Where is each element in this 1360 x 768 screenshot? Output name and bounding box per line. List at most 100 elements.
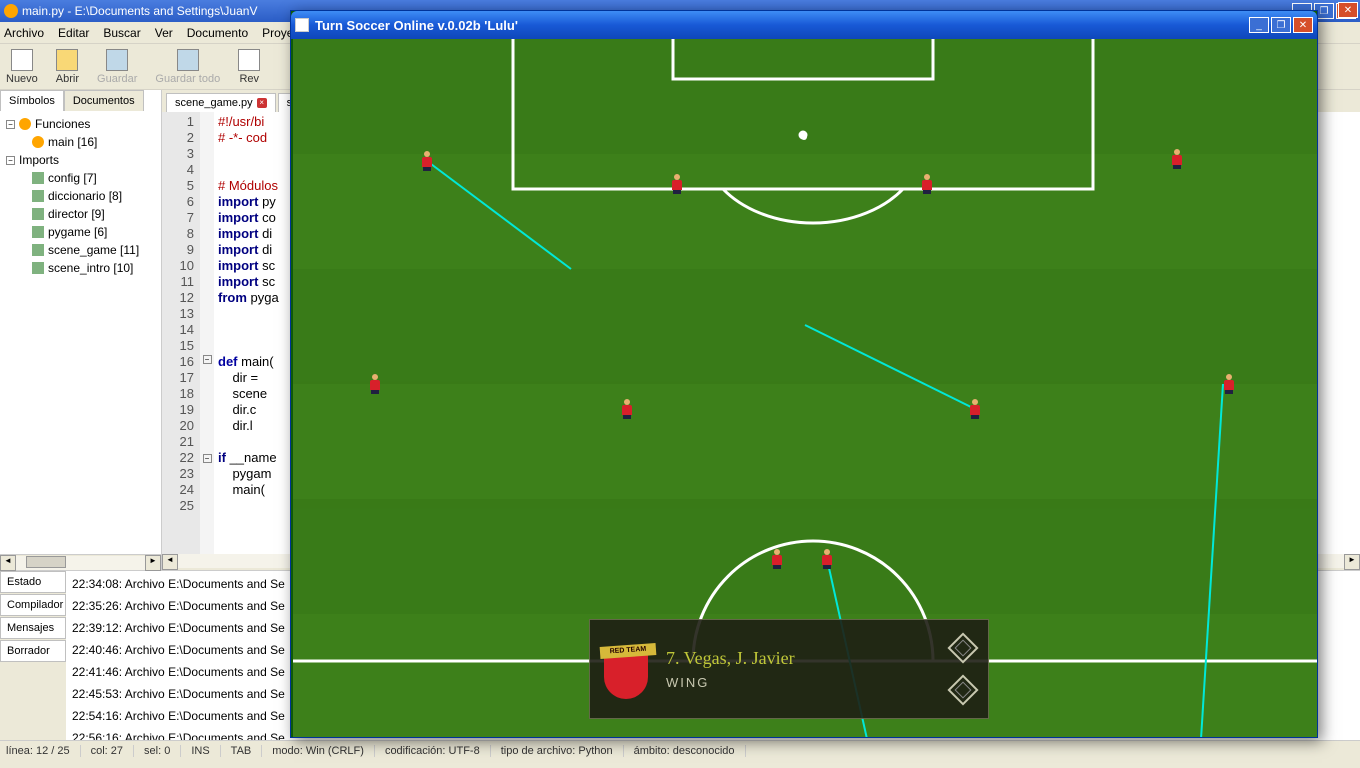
fold-icon[interactable]: − [203, 454, 212, 463]
side-panel: Símbolos Documentos − Funciones main [16… [0, 90, 162, 570]
player-body [922, 180, 932, 190]
status-scope: ámbito: desconocido [634, 745, 746, 757]
status-sel: sel: 0 [144, 745, 181, 757]
menu-archivo[interactable]: Archivo [4, 26, 44, 40]
toolbar-label: Guardar todo [155, 73, 220, 85]
minimize-button[interactable]: _ [1249, 17, 1269, 33]
tree-item[interactable]: scene_game [11] [4, 241, 157, 259]
player-body [370, 380, 380, 390]
bottom-tab-mensajes[interactable]: Mensajes [0, 617, 66, 639]
player-sprite[interactable] [771, 549, 783, 569]
statusbar: línea: 12 / 25 col: 27 sel: 0 INS TAB mo… [0, 740, 1360, 760]
status-col: col: 27 [91, 745, 134, 757]
player-sprite[interactable] [921, 174, 933, 194]
tree-item[interactable]: pygame [6] [4, 223, 157, 241]
action-icon-2[interactable] [947, 674, 978, 705]
toolbar-label: Nuevo [6, 73, 38, 85]
game-window: Turn Soccer Online v.0.02b 'Lulu' _ ❐ ✕ [290, 10, 1318, 738]
maximize-button[interactable]: ❐ [1271, 17, 1291, 33]
bottom-tab-compilador[interactable]: Compilador [0, 594, 66, 616]
tab-symbols[interactable]: Símbolos [0, 90, 64, 111]
close-button[interactable]: ✕ [1293, 17, 1313, 33]
fold-icon[interactable]: − [203, 355, 212, 364]
game-title: Turn Soccer Online v.0.02b 'Lulu' [315, 18, 1249, 33]
player-body [622, 405, 632, 415]
symbol-tree[interactable]: − Funciones main [16] − Imports config [… [0, 111, 161, 554]
import-icon [32, 262, 44, 274]
player-sprite[interactable] [1223, 374, 1235, 394]
tab-close-icon[interactable]: × [257, 98, 267, 108]
player-legs [371, 390, 379, 394]
player-sprite[interactable] [1171, 149, 1183, 169]
scroll-right-icon[interactable]: ► [1344, 554, 1360, 570]
scroll-left-icon[interactable]: ◄ [162, 554, 178, 570]
player-body [772, 555, 782, 565]
soccer-field[interactable]: RED TEAM 7. Vegas, J. Javier WING [293, 39, 1317, 737]
outer-close-button[interactable]: ✕ [1338, 2, 1358, 18]
player-sprite[interactable] [821, 549, 833, 569]
save-icon [106, 49, 128, 71]
player-sprite[interactable] [369, 374, 381, 394]
status-enc: codificación: UTF-8 [385, 745, 491, 757]
player-body [822, 555, 832, 565]
tree-label: scene_game [11] [48, 243, 139, 257]
new-icon [11, 49, 33, 71]
player-body [1172, 155, 1182, 165]
game-titlebar[interactable]: Turn Soccer Online v.0.02b 'Lulu' _ ❐ ✕ [291, 11, 1317, 39]
collapse-icon[interactable]: − [6, 156, 15, 165]
player-sprite[interactable] [621, 399, 633, 419]
player-legs [423, 167, 431, 171]
toolbar-abrir[interactable]: Abrir [56, 49, 79, 85]
new-icon [238, 49, 260, 71]
bottom-tab-borrador[interactable]: Borrador [0, 640, 66, 662]
tree-label: main [16] [48, 135, 97, 149]
crest-icon [604, 655, 648, 699]
player-body [970, 405, 980, 415]
tree-funciones[interactable]: − Funciones [4, 115, 157, 133]
bottom-tab-estado[interactable]: Estado [0, 571, 66, 593]
tree-label: director [9] [48, 207, 105, 221]
tab-label: scene_game.py [175, 97, 253, 109]
ball[interactable] [801, 134, 807, 140]
import-icon [32, 226, 44, 238]
function-icon [19, 118, 31, 130]
action-icon-1[interactable] [947, 632, 978, 663]
menu-buscar[interactable]: Buscar [103, 26, 140, 40]
player-info-card[interactable]: RED TEAM 7. Vegas, J. Javier WING [589, 619, 989, 719]
player-sprite[interactable] [969, 399, 981, 419]
player-role: WING [666, 675, 952, 690]
tab-documents[interactable]: Documentos [64, 90, 144, 111]
menu-editar[interactable]: Editar [58, 26, 89, 40]
tree-main[interactable]: main [16] [4, 133, 157, 151]
tree-item[interactable]: director [9] [4, 205, 157, 223]
app-icon [295, 18, 309, 32]
toolbar-nuevo[interactable]: Nuevo [6, 49, 38, 85]
player-sprite[interactable] [421, 151, 433, 171]
save-icon [177, 49, 199, 71]
menu-documento[interactable]: Documento [187, 26, 248, 40]
function-icon [32, 136, 44, 148]
toolbar-rev[interactable]: Rev [238, 49, 260, 85]
tree-item[interactable]: config [7] [4, 169, 157, 187]
import-icon [32, 244, 44, 256]
scroll-left-icon[interactable]: ◄ [0, 555, 16, 571]
scroll-right-icon[interactable]: ► [145, 555, 161, 571]
tree-label: diccionario [8] [48, 189, 122, 203]
tree-imports[interactable]: − Imports [4, 151, 157, 169]
scrollbar[interactable]: ◄ ► [0, 554, 161, 570]
menu-ver[interactable]: Ver [155, 26, 173, 40]
player-legs [1225, 390, 1233, 394]
tree-item[interactable]: scene_intro [10] [4, 259, 157, 277]
status-type: tipo de archivo: Python [501, 745, 624, 757]
player-body [672, 180, 682, 190]
tree-item[interactable]: diccionario [8] [4, 187, 157, 205]
import-icon [32, 208, 44, 220]
scroll-thumb[interactable] [26, 556, 66, 568]
player-body [1224, 380, 1234, 390]
player-legs [773, 565, 781, 569]
collapse-icon[interactable]: − [6, 120, 15, 129]
player-sprite[interactable] [671, 174, 683, 194]
editor-tab[interactable]: scene_game.py × [166, 93, 276, 112]
toolbar-label: Abrir [56, 73, 79, 85]
toolbar-guardar: Guardar [97, 49, 137, 85]
